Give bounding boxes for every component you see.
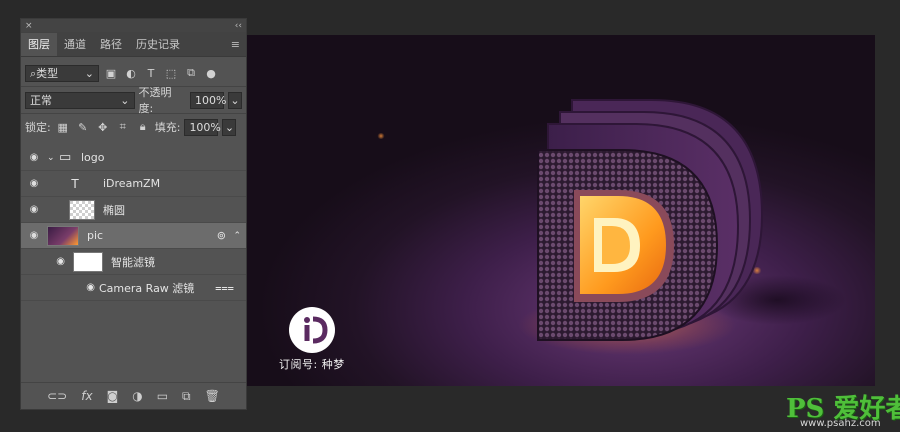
eye-icon[interactable]: ◉ — [21, 282, 99, 293]
layer-list: ◉ ⌄ ▭ logo ◉ T iDreamZM ◉ 椭圆 ◉ pic ⊚ ⌃ ◉… — [21, 145, 246, 301]
lock-paint-icon[interactable]: ✎ — [75, 121, 91, 134]
adjustment-filter-icon[interactable]: ◐ — [123, 67, 139, 80]
collapse-icon[interactable]: ‹‹ — [235, 21, 242, 31]
trash-icon[interactable]: 🗑︎ — [205, 389, 220, 403]
letter-d-artwork — [537, 99, 764, 341]
menu-icon[interactable]: ≡ — [231, 38, 240, 51]
fx-icon[interactable]: fx — [81, 389, 92, 403]
lock-all-icon[interactable]: 🔒︎ — [135, 120, 151, 134]
lock-row: 锁定: ▦ ✎ ✥ ⌗ 🔒︎ 填充: 100% ⌄ — [21, 114, 246, 140]
type-filter-icon[interactable]: T — [143, 67, 159, 80]
panel-tabs: 图层 通道 路径 历史记录 ≡ — [21, 32, 246, 57]
adjustment-icon[interactable]: ◑ — [132, 389, 142, 403]
fill-dropdown[interactable]: ⌄ — [222, 118, 237, 136]
layers-panel: × ‹‹ 图层 通道 路径 历史记录 ≡ ⌕类型 ⌄ ▣ ◐ T ⬚ ⧉ ● 正… — [20, 18, 247, 410]
idream-logo — [289, 307, 335, 353]
eye-icon[interactable]: ◉ — [21, 204, 47, 215]
layer-name[interactable]: pic — [87, 229, 103, 242]
link-icon[interactable]: ⊂⊃ — [47, 389, 67, 403]
layer-name[interactable]: 椭圆 — [103, 202, 125, 218]
layer-name[interactable]: logo — [81, 151, 105, 164]
eye-icon[interactable]: ◉ — [21, 152, 47, 163]
lock-artboard-icon[interactable]: ⌗ — [115, 120, 131, 134]
folder-icon: ▭ — [59, 150, 72, 165]
chevron-down-icon: ⌄ — [84, 66, 94, 80]
idream-logo-icon — [304, 316, 328, 344]
layers-bottom-toolbar: ⊂⊃ fx ◙ ◑ ▭ ⧉ 🗑︎ — [21, 382, 246, 409]
fill-label: 填充: — [154, 121, 181, 134]
layer-name[interactable]: iDreamZM — [103, 177, 160, 190]
tab-channels[interactable]: 通道 — [57, 33, 93, 56]
tab-history[interactable]: 历史记录 — [129, 33, 187, 56]
eye-icon[interactable]: ◉ — [21, 230, 47, 241]
tab-layers[interactable]: 图层 — [21, 33, 57, 56]
layer-row[interactable]: ◉ 智能滤镜 — [21, 249, 246, 275]
folder-icon[interactable]: ▭ — [157, 389, 168, 403]
layer-row[interactable]: ◉ ⌄ ▭ logo — [21, 145, 246, 171]
opacity-dropdown[interactable]: ⌄ — [228, 91, 242, 109]
smart-object-filter-icon[interactable]: ⧉ — [183, 66, 199, 80]
filter-options-icon[interactable]: ⩶ — [215, 281, 234, 295]
opacity-input[interactable]: 100% — [190, 91, 226, 109]
filter-mask-thumbnail — [73, 251, 103, 272]
lock-label: 锁定: — [25, 121, 51, 134]
mask-icon[interactable]: ◙ — [107, 389, 119, 403]
chevron-down-icon: ⌄ — [224, 120, 235, 134]
layer-row-selected[interactable]: ◉ pic ⊚ ⌃ — [21, 223, 246, 249]
layer-row[interactable]: ◉ Camera Raw 滤镜 ⩶ — [21, 275, 246, 301]
layer-thumbnail — [47, 225, 79, 246]
chevron-down-icon: ⌄ — [120, 93, 130, 107]
chevron-down-icon[interactable]: ⌄ — [47, 153, 59, 163]
chevron-down-icon: ⌄ — [230, 93, 240, 107]
subscription-caption: 订阅号: 种梦 — [279, 358, 345, 371]
eye-icon[interactable]: ◉ — [21, 178, 47, 189]
layer-name[interactable]: 智能滤镜 — [111, 254, 155, 270]
filter-toggle-icon[interactable]: ● — [203, 67, 219, 80]
tab-paths[interactable]: 路径 — [93, 33, 129, 56]
layer-row[interactable]: ◉ 椭圆 — [21, 197, 246, 223]
new-layer-icon[interactable]: ⧉ — [182, 389, 191, 404]
close-icon[interactable]: × — [25, 21, 33, 31]
chevron-up-icon[interactable]: ⌃ — [233, 231, 241, 241]
blend-mode-select[interactable]: 正常 ⌄ — [25, 91, 135, 109]
fill-input[interactable]: 100% — [184, 118, 221, 136]
filter-kind-label: 类型 — [36, 67, 59, 80]
lock-move-icon[interactable]: ✥ — [95, 121, 111, 134]
panel-titlebar: × ‹‹ — [21, 19, 246, 32]
image-filter-icon[interactable]: ▣ — [103, 67, 119, 80]
lock-transparent-icon[interactable]: ▦ — [55, 121, 71, 134]
blend-mode-value: 正常 — [30, 94, 52, 107]
layer-row[interactable]: ◉ T iDreamZM — [21, 171, 246, 197]
document-canvas[interactable]: 订阅号: 种梦 — [247, 35, 875, 386]
smart-filter-icon[interactable]: ⊚ — [217, 229, 226, 242]
bokeh-light — [377, 133, 385, 139]
blend-row: 正常 ⌄ 不透明度: 100% ⌄ — [21, 86, 246, 115]
layer-thumbnail — [69, 199, 95, 220]
eye-icon[interactable]: ◉ — [21, 256, 65, 267]
filter-kind-select[interactable]: ⌕类型 ⌄ — [25, 64, 99, 82]
text-layer-icon: T — [71, 176, 79, 191]
opacity-label: 不透明度: — [138, 86, 172, 115]
layer-name[interactable]: Camera Raw 滤镜 — [99, 280, 194, 296]
shape-filter-icon[interactable]: ⬚ — [163, 67, 179, 80]
watermark-url: www.psahz.com — [800, 418, 881, 429]
filter-row: ⌕类型 ⌄ ▣ ◐ T ⬚ ⧉ ● — [21, 60, 246, 86]
